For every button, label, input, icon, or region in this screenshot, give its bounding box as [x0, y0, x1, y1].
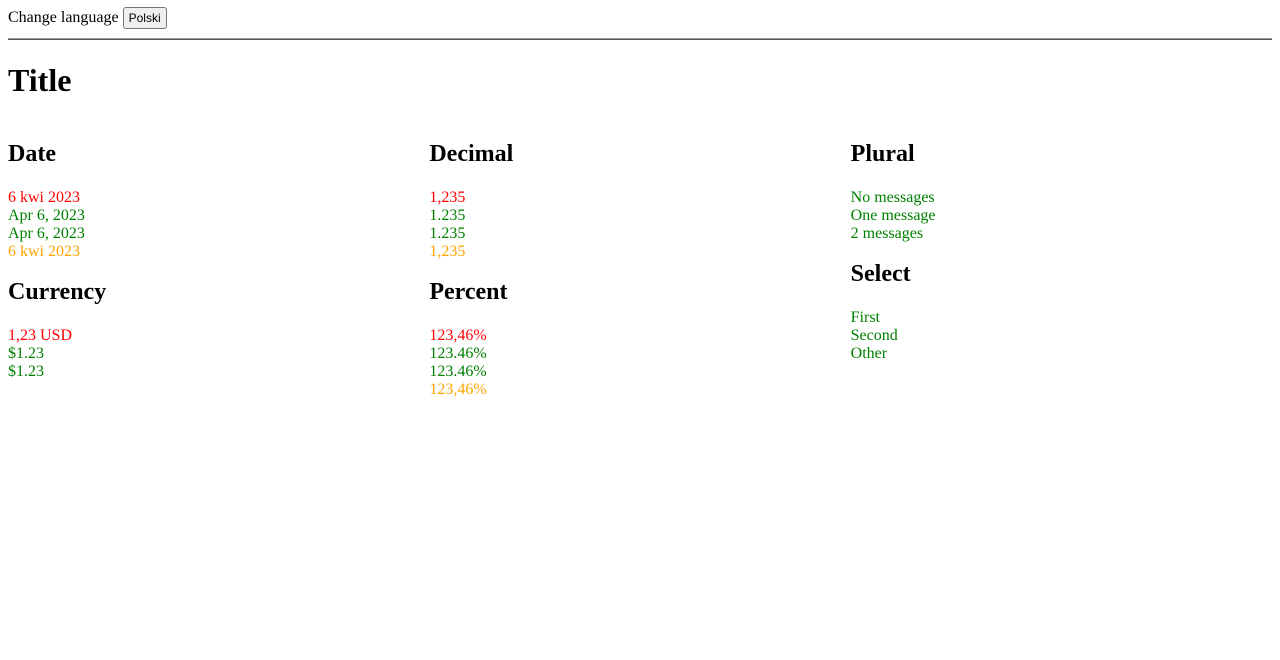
- change-language-label: Change language: [8, 9, 119, 27]
- plural-section: Plural No messages One message 2 message…: [851, 140, 1272, 243]
- date-value: Apr 6, 2023: [8, 207, 85, 224]
- decimal-value: 1,235: [429, 243, 466, 260]
- select-value: First: [850, 309, 880, 326]
- decimal-title: Decimal: [429, 141, 514, 167]
- language-button[interactable]: Polski: [122, 7, 167, 30]
- currency-section: Currency 1,23 USD $1.23 $1.23: [8, 278, 429, 381]
- divider: [8, 38, 1272, 40]
- plural-title: Plural: [850, 141, 915, 167]
- date-section: Date 6 kwi 2023 Apr 6, 2023 Apr 6, 2023 …: [8, 140, 429, 261]
- plural-values: No messages One message 2 messages: [851, 189, 1272, 243]
- percent-value: 123.46%: [429, 363, 487, 380]
- percent-section: Percent 123,46% 123.46% 123.46% 123,46%: [429, 278, 850, 399]
- date-values: 6 kwi 2023 Apr 6, 2023 Apr 6, 2023 6 kwi…: [8, 189, 429, 261]
- select-values: First Second Other: [851, 309, 1272, 363]
- date-value: 6 kwi 2023: [8, 189, 80, 206]
- select-title: Select: [850, 261, 911, 287]
- date-value: 6 kwi 2023: [8, 243, 80, 260]
- percent-value: 123,46%: [429, 327, 487, 344]
- currency-value: $1.23: [8, 345, 44, 362]
- decimal-values: 1,235 1.235 1.235 1,235: [429, 189, 850, 261]
- column-middle: Decimal 1,235 1.235 1.235 1,235 Percent …: [429, 140, 850, 399]
- percent-value: 123.46%: [429, 345, 487, 362]
- page: Change language Polski: [0, 0, 1280, 40]
- column-right: Plural No messages One message 2 message…: [851, 140, 1272, 399]
- select-value: Other: [850, 345, 888, 362]
- select-value: Second: [850, 327, 898, 344]
- decimal-value: 1.235: [429, 207, 466, 224]
- page-title: Title: [8, 62, 72, 98]
- currency-title: Currency: [8, 279, 107, 305]
- date-value: Apr 6, 2023: [8, 225, 85, 242]
- decimal-value: 1.235: [429, 225, 466, 242]
- language-bar: Change language Polski: [8, 0, 1272, 38]
- currency-value: $1.23: [8, 363, 44, 380]
- plural-value: 2 messages: [850, 225, 924, 242]
- percent-title: Percent: [429, 279, 508, 305]
- date-title: Date: [8, 141, 56, 167]
- percent-value: 123,46%: [429, 381, 487, 398]
- currency-value: 1,23 USD: [8, 327, 73, 344]
- currency-values: 1,23 USD $1.23 $1.23: [8, 327, 429, 381]
- plural-value: One message: [850, 207, 936, 224]
- format-grid: Date 6 kwi 2023 Apr 6, 2023 Apr 6, 2023 …: [8, 140, 1272, 399]
- plural-value: No messages: [850, 189, 935, 206]
- decimal-value: 1,235: [429, 189, 466, 206]
- percent-values: 123,46% 123.46% 123.46% 123,46%: [429, 327, 850, 399]
- column-left: Date 6 kwi 2023 Apr 6, 2023 Apr 6, 2023 …: [8, 140, 429, 399]
- select-section: Select First Second Other: [851, 260, 1272, 363]
- decimal-section: Decimal 1,235 1.235 1.235 1,235: [429, 140, 850, 261]
